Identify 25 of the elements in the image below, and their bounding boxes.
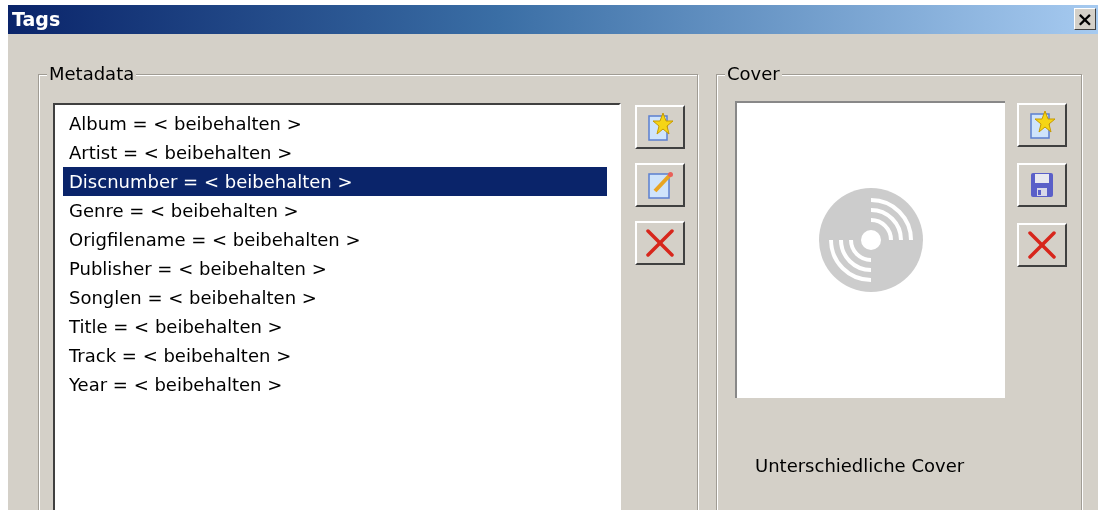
delete-x-icon (645, 227, 675, 258)
list-item[interactable]: Origfilename = < beibehalten > (63, 224, 607, 254)
save-button[interactable] (1017, 162, 1067, 207)
new-button[interactable] (635, 104, 685, 149)
list-item[interactable]: Publisher = < beibehalten > (63, 253, 607, 283)
list-item[interactable]: Genre = < beibehalten > (63, 195, 607, 225)
window-title: Tags (12, 7, 61, 32)
edit-document-icon (646, 169, 674, 200)
list-item[interactable]: Title = < beibehalten > (63, 311, 607, 341)
list-item[interactable]: Discnumber = < beibehalten > (63, 166, 607, 196)
delete-x-icon (1027, 229, 1057, 260)
edit-button[interactable] (635, 162, 685, 207)
new-document-star-icon (1028, 109, 1056, 140)
new-document-star-icon (646, 111, 674, 142)
cover-caption: Unterschiedliche Cover (755, 453, 966, 478)
close-button[interactable]: × (1074, 8, 1096, 31)
list-item[interactable]: Year = < beibehalten > (63, 369, 607, 399)
new-button[interactable] (1017, 102, 1067, 147)
delete-button[interactable] (635, 220, 685, 265)
list-item[interactable]: Album = < beibehalten > (63, 108, 607, 138)
list-item[interactable]: Songlen = < beibehalten > (63, 282, 607, 312)
disc-icon (818, 187, 924, 293)
list-item[interactable]: Track = < beibehalten > (63, 340, 607, 370)
delete-button[interactable] (1017, 222, 1067, 267)
list-item[interactable]: Artist = < beibehalten > (63, 137, 607, 167)
